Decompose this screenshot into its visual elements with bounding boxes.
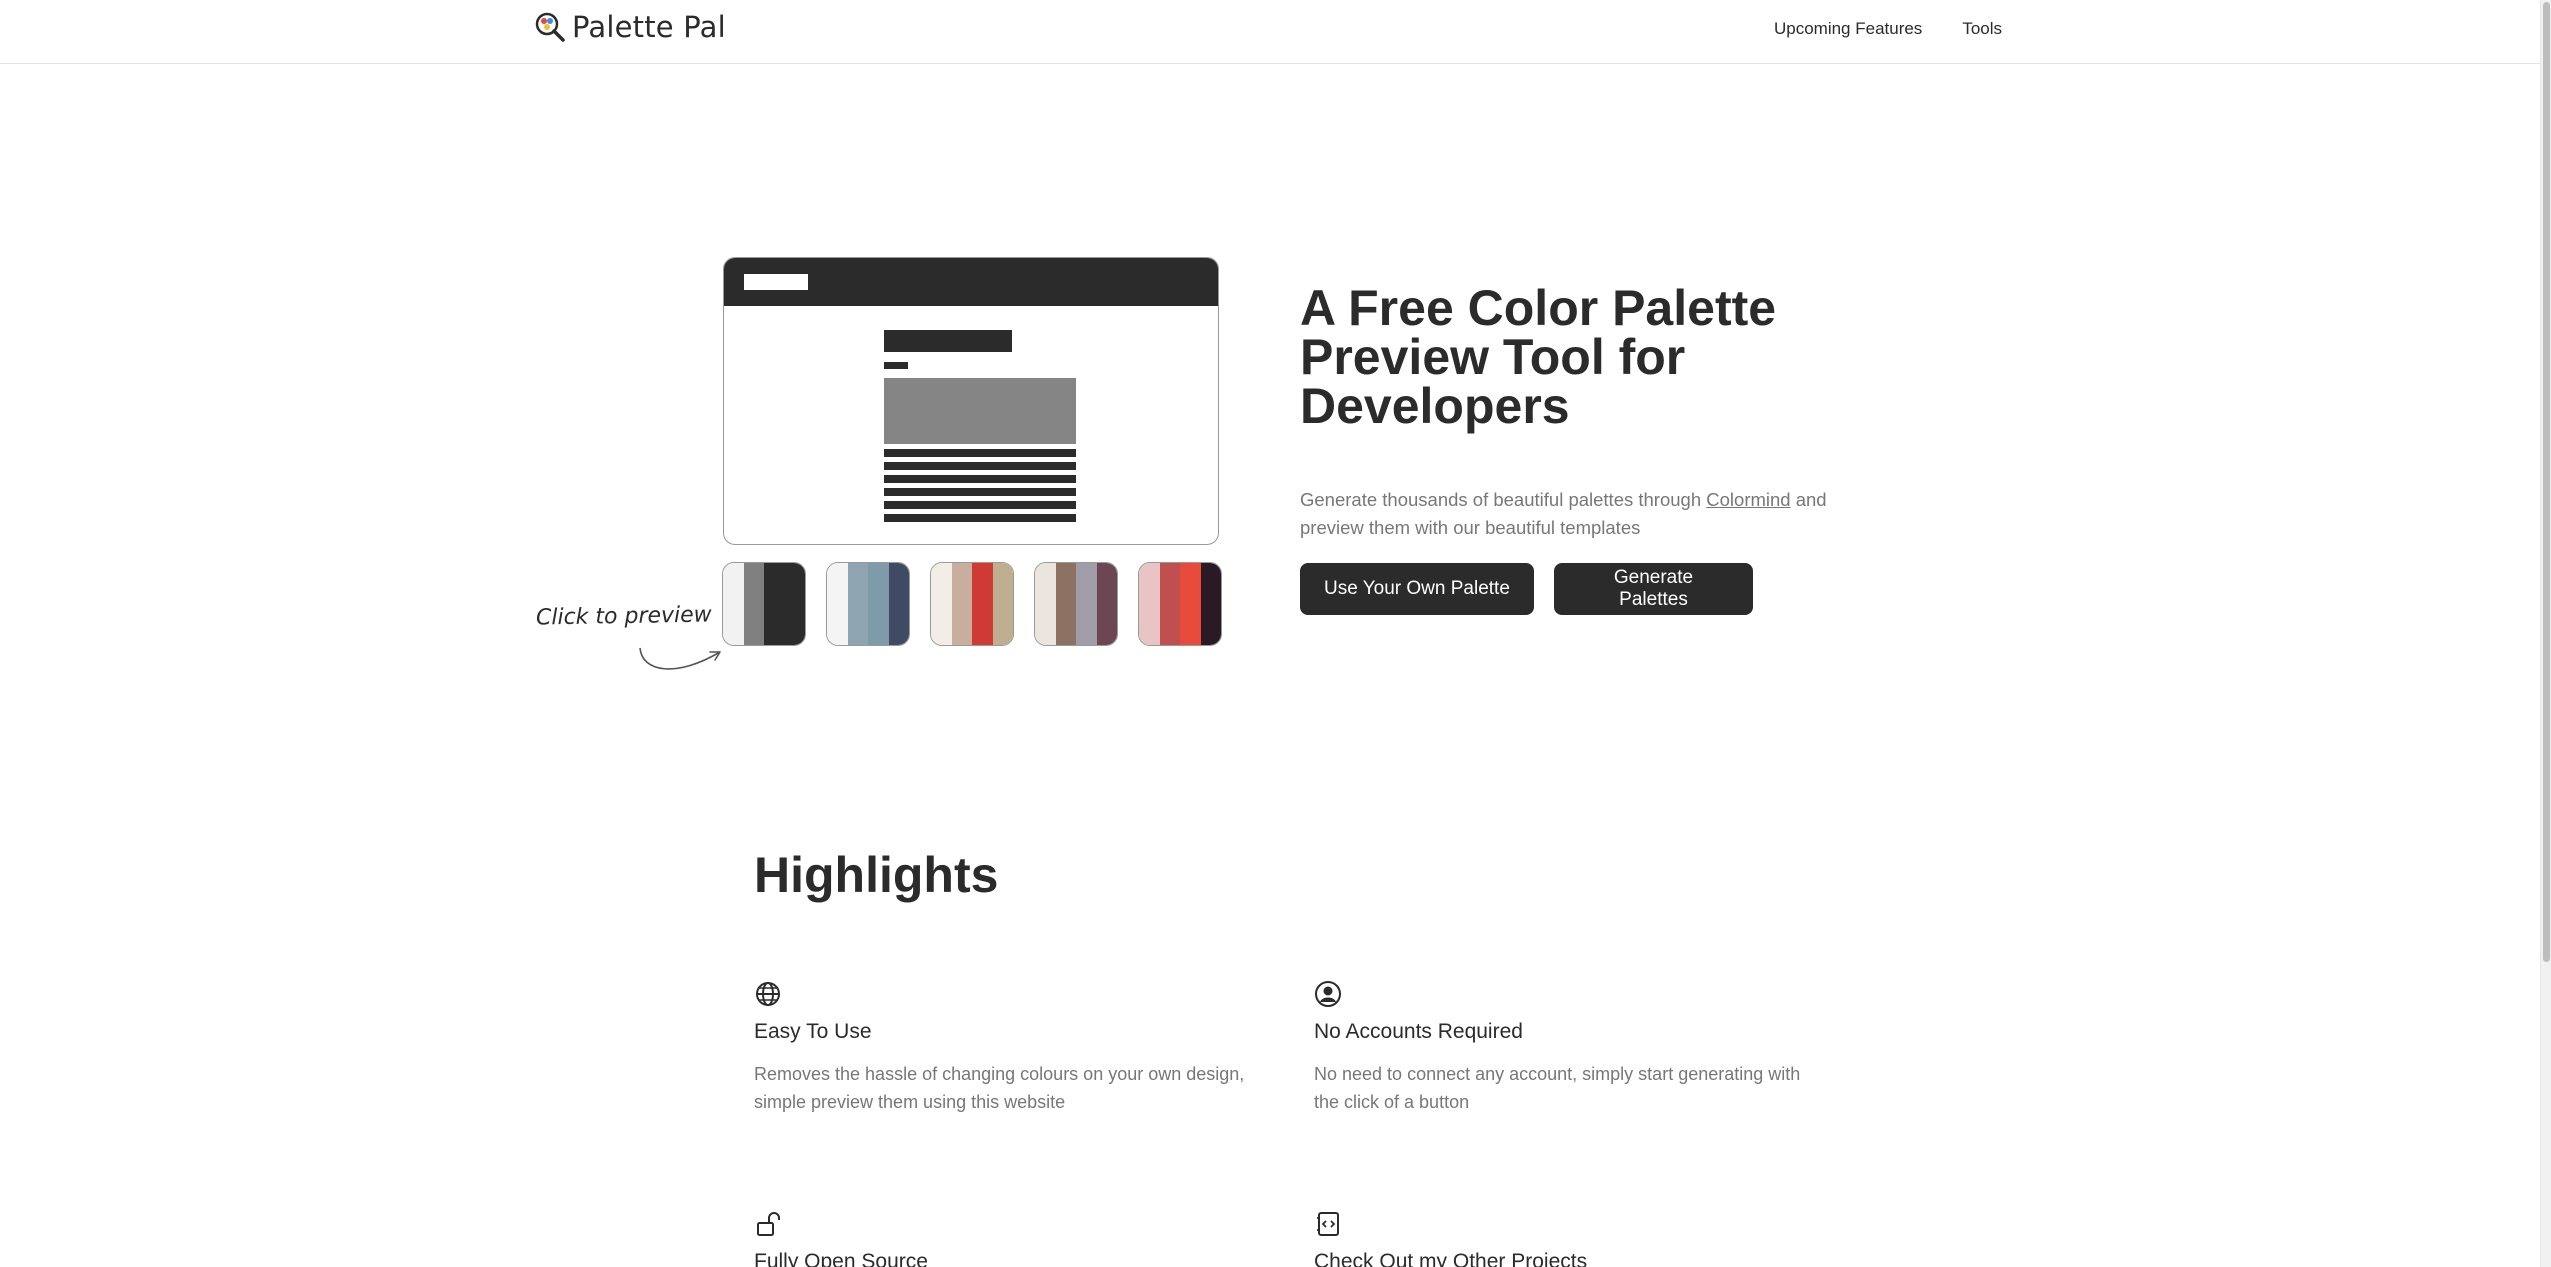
palette-swatch-5[interactable] xyxy=(1138,562,1222,646)
template-preview xyxy=(723,257,1219,545)
preview-text-line xyxy=(884,501,1076,509)
use-own-palette-button[interactable]: Use Your Own Palette xyxy=(1300,563,1534,615)
user-circle-icon xyxy=(1315,981,1341,1007)
palette-swatch-4[interactable] xyxy=(1034,562,1118,646)
swatch-color xyxy=(951,563,972,645)
preview-title-block xyxy=(884,330,1012,352)
brand-name: Palette Pal xyxy=(572,10,726,44)
click-to-preview-note: Click to preview xyxy=(535,602,712,631)
preview-image-block xyxy=(884,378,1076,444)
hero-description: Generate thousands of beautiful palettes… xyxy=(1300,486,1860,542)
preview-logo-block xyxy=(744,274,808,290)
swatch-color xyxy=(1055,563,1076,645)
preview-text-line xyxy=(884,462,1076,470)
swatch-color xyxy=(847,563,868,645)
swatch-color xyxy=(743,563,764,645)
swatch-color xyxy=(1159,563,1180,645)
nav-upcoming-features[interactable]: Upcoming Features xyxy=(1774,19,1922,39)
swatch-color xyxy=(1076,563,1097,645)
code-file-icon xyxy=(1317,1212,1339,1236)
brand-logo[interactable]: Palette Pal xyxy=(534,10,726,44)
generate-palettes-button[interactable]: Generate Palettes xyxy=(1554,563,1753,615)
feature-title: No Accounts Required xyxy=(1314,1020,1523,1043)
swatch-color xyxy=(972,563,993,645)
feature-description: Removes the hassle of changing colours o… xyxy=(754,1064,1245,1112)
feature-title: Check Out my Other Projects xyxy=(1314,1250,1588,1267)
nav-links: Upcoming Features Tools xyxy=(1774,19,2002,39)
preview-text-line xyxy=(884,488,1076,496)
swatch-color xyxy=(1035,563,1056,645)
globe-icon xyxy=(756,982,780,1006)
swatch-color xyxy=(784,563,805,645)
swatch-color xyxy=(1180,563,1201,645)
nav-tools[interactable]: Tools xyxy=(1962,19,2002,39)
palette-swatch-1[interactable] xyxy=(722,562,806,646)
swatch-color xyxy=(868,563,889,645)
page-scrollbar[interactable] xyxy=(2540,0,2551,1267)
feature-title: Easy To Use xyxy=(754,1020,872,1043)
swatch-color xyxy=(1139,563,1160,645)
palette-swatches xyxy=(722,562,1222,646)
preview-text-lines xyxy=(884,444,1076,522)
preview-text-line xyxy=(884,449,1076,457)
feature-open-source: Fully Open Source xyxy=(754,1210,1254,1267)
feature-title: Fully Open Source xyxy=(754,1250,928,1267)
palette-magnifier-icon xyxy=(535,12,565,42)
preview-header xyxy=(724,258,1218,306)
palette-swatch-2[interactable] xyxy=(826,562,910,646)
navbar: Palette Pal Upcoming Features Tools xyxy=(0,0,2540,64)
swatch-color xyxy=(827,563,848,645)
palette-swatch-3[interactable] xyxy=(930,562,1014,646)
highlights-title: Highlights xyxy=(754,847,999,903)
swatch-color xyxy=(992,563,1013,645)
unlock-icon xyxy=(757,1212,780,1236)
scrollbar-thumb[interactable] xyxy=(2543,2,2550,962)
hero-title: A Free Color Palette Preview Tool for De… xyxy=(1300,280,1777,434)
colormind-link[interactable]: Colormind xyxy=(1706,489,1790,510)
swatch-color xyxy=(723,563,744,645)
swatch-color xyxy=(1096,563,1117,645)
feature-no-accounts: No Accounts Required No need to connect … xyxy=(1314,980,1814,1116)
feature-easy-to-use: Easy To Use Removes the hassle of changi… xyxy=(754,980,1254,1116)
swatch-color xyxy=(888,563,909,645)
preview-subtitle-block xyxy=(884,362,908,369)
feature-description: No need to connect any account, simply s… xyxy=(1314,1064,1801,1112)
curved-arrow-icon xyxy=(639,647,721,670)
swatch-color xyxy=(1200,563,1221,645)
feature-other-projects: Check Out my Other Projects xyxy=(1314,1210,1814,1267)
swatch-color xyxy=(764,563,785,645)
hero-desc-text: Generate thousands of beautiful palettes… xyxy=(1300,489,1707,510)
preview-text-line xyxy=(884,475,1076,483)
preview-text-line xyxy=(884,514,1076,522)
swatch-color xyxy=(931,563,952,645)
